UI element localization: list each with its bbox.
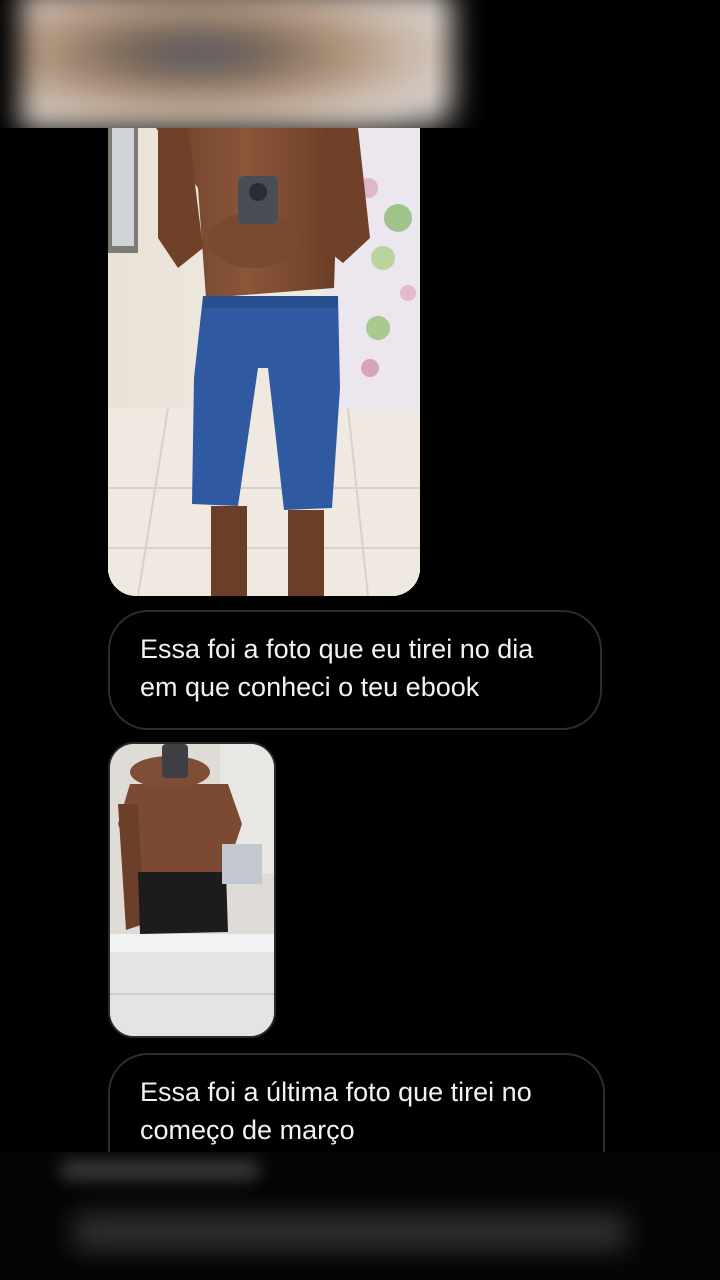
- blurred-footer: [0, 1152, 720, 1280]
- message-bubble[interactable]: Essa foi a foto que eu tirei no dia em q…: [108, 610, 602, 730]
- message-text-line: Essa foi a última foto que tirei no: [140, 1077, 532, 1107]
- message-photo-after[interactable]: [108, 742, 276, 1038]
- selfie-photo-icon: [108, 128, 420, 596]
- blurred-header: [0, 0, 720, 128]
- message-photo-before[interactable]: [108, 128, 420, 596]
- message-text-line: começo de março: [140, 1115, 355, 1145]
- message-text-line: em que conheci o teu ebook: [140, 672, 480, 702]
- selfie-photo-icon: [110, 744, 274, 1036]
- message-text-line: Essa foi a foto que eu tirei no dia: [140, 634, 534, 664]
